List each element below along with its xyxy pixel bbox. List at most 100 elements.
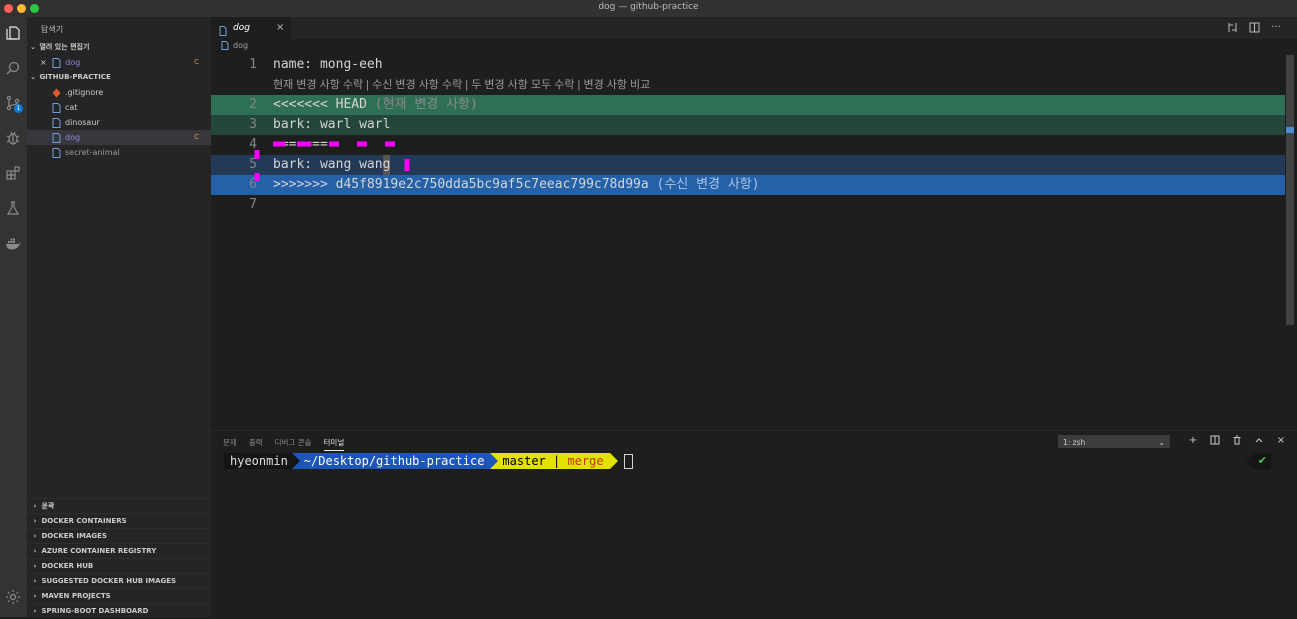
tab-output[interactable]: 출력: [249, 437, 263, 451]
powerline-arrow: [609, 453, 618, 469]
line-text: name: mong-eeh: [273, 57, 383, 72]
line-number: 7: [249, 197, 257, 212]
code-line: 5 bark: wang wang: [211, 155, 1285, 175]
tab-terminal[interactable]: 터미널: [323, 437, 345, 451]
file-icon: [52, 117, 61, 128]
line-text: bark: warl warl: [273, 117, 391, 132]
merge-actions-codelens[interactable]: 현재 변경 사항 수락 | 수신 변경 사항 수락 | 두 변경 사항 모두 수…: [273, 75, 650, 95]
extensions-icon[interactable]: [3, 163, 23, 183]
line-number: 2: [249, 97, 257, 112]
file-name: secret-animal: [65, 148, 120, 157]
text-cursor: g: [382, 155, 391, 175]
line-number: 3: [249, 117, 257, 132]
chevron-down-icon: ⌄: [30, 73, 36, 81]
maximize-panel-icon[interactable]: [1253, 435, 1265, 448]
maven-projects-section[interactable]: › MAVEN PROJECTS: [27, 588, 211, 604]
conflict-incoming-header: 6 >>>>>>> d45f8919e2c750dda5bc9af5c7eeac…: [211, 175, 1285, 195]
prompt-user: hyeonmin: [224, 453, 292, 469]
code-line: 1 name: mong-eeh: [211, 55, 1285, 75]
azure-registry-section[interactable]: › AZURE CONTAINER REGISTRY: [27, 543, 211, 559]
split-terminal-icon[interactable]: [1209, 435, 1221, 448]
trash-icon[interactable]: [1231, 435, 1243, 448]
file-item-selected[interactable]: dog C: [27, 130, 211, 145]
line-note: (현재 변경 사항): [366, 97, 478, 112]
project-section[interactable]: ⌄ GITHUB-PRACTICE: [27, 70, 211, 85]
code-line: 3 bark: warl warl: [211, 115, 1285, 135]
section-label: SPRING-BOOT DASHBOARD: [41, 607, 149, 615]
breadcrumb-label: dog: [233, 41, 249, 50]
test-icon[interactable]: [3, 198, 23, 218]
sidebar-title: 탐색기: [41, 25, 64, 34]
prompt-path: ~/Desktop/github-practice: [299, 453, 491, 469]
chevron-right-icon: ›: [33, 517, 37, 525]
section-label: AZURE CONTAINER REGISTRY: [41, 547, 157, 555]
line-text: bark: wang wan: [273, 157, 383, 172]
docker-icon[interactable]: [3, 233, 23, 253]
file-icon: [52, 102, 61, 113]
file-name: .gitignore: [65, 88, 104, 97]
line-text: >>>>>>> d45f8919e2c750dda5bc9af5c7eeac79…: [273, 177, 649, 192]
merge-codelens: 현재 변경 사항 수락 | 수신 변경 사항 수락 | 두 변경 사항 모두 수…: [211, 75, 1285, 95]
gear-icon[interactable]: [3, 587, 23, 607]
file-item[interactable]: dinosaur: [27, 115, 211, 130]
check-icon: ✔: [1253, 453, 1271, 469]
suggested-images-section[interactable]: › SUGGESTED DOCKER HUB IMAGES: [27, 573, 211, 589]
code-line: 7: [211, 195, 1285, 215]
prompt-branch: master: [502, 454, 546, 468]
tab-label: dog: [233, 23, 250, 33]
outline-section[interactable]: › 윤곽: [27, 498, 211, 514]
tab-dog[interactable]: dog ×: [211, 17, 291, 39]
file-icon: [52, 132, 61, 143]
line-note: (수신 변경 사항): [648, 177, 760, 192]
editor-area: dog × ··· dog 1 name: mong-eeh 현재 변경 사항 …: [211, 17, 1297, 430]
docker-images-section[interactable]: › DOCKER IMAGES: [27, 528, 211, 544]
split-editor-icon[interactable]: [1248, 21, 1260, 33]
breadcrumb[interactable]: dog: [221, 41, 248, 50]
debug-icon[interactable]: [3, 128, 23, 148]
file-item[interactable]: .gitignore: [27, 85, 211, 100]
prompt-separator: |: [553, 454, 561, 468]
powerline-arrow: [291, 453, 300, 469]
file-icon: [221, 41, 229, 50]
section-label: 윤곽: [41, 502, 55, 510]
source-control-icon[interactable]: 1: [3, 93, 23, 113]
files-icon[interactable]: [3, 23, 23, 43]
file-item[interactable]: secret-animal: [27, 145, 211, 160]
section-label: DOCKER CONTAINERS: [41, 517, 127, 525]
prompt-status: ✔: [1245, 453, 1271, 469]
editor-scrollbar[interactable]: [1286, 55, 1294, 325]
conflict-status: C: [194, 58, 199, 66]
terminal-prompt[interactable]: hyeonmin ~/Desktop/github-practice maste…: [224, 453, 633, 469]
open-editor-dog[interactable]: × dog C: [27, 55, 211, 70]
activity-bar: 1: [0, 17, 27, 617]
chevron-right-icon: ›: [33, 547, 37, 555]
chevron-right-icon: ›: [33, 562, 37, 570]
powerline-arrow: [1245, 453, 1254, 469]
terminal-select[interactable]: 1: zsh ⌄: [1058, 435, 1170, 448]
search-icon[interactable]: [3, 58, 23, 78]
prompt-git: master | merge: [498, 453, 610, 469]
open-editor-name: dog: [65, 58, 81, 67]
docker-containers-section[interactable]: › DOCKER CONTAINERS: [27, 513, 211, 529]
file-item[interactable]: cat: [27, 100, 211, 115]
file-icon: [52, 57, 61, 68]
terminal-cursor: [623, 454, 633, 469]
source-control-badge: 1: [14, 104, 23, 113]
more-actions-icon[interactable]: ···: [1270, 21, 1282, 33]
section-label: DOCKER IMAGES: [41, 532, 107, 540]
chevron-down-icon: ⌄: [1158, 438, 1165, 447]
line-text: <<<<<<< HEAD: [273, 97, 367, 112]
tab-debug-console[interactable]: 디버그 콘솔: [275, 437, 312, 451]
panel-tabs: 문제 출력 디버그 콘솔 터미널: [223, 437, 345, 451]
open-editors-section[interactable]: ⌄ 열려 있는 편집기: [27, 40, 211, 55]
file-name: dog: [65, 133, 81, 142]
open-changes-icon[interactable]: [1226, 21, 1238, 33]
new-terminal-icon[interactable]: +: [1187, 435, 1199, 448]
close-editor-icon[interactable]: ×: [40, 58, 47, 67]
close-panel-icon[interactable]: ×: [1275, 435, 1287, 448]
prompt-merge-state: merge: [567, 454, 604, 468]
tab-problems[interactable]: 문제: [223, 437, 237, 451]
tab-close-icon[interactable]: ×: [276, 17, 284, 39]
docker-hub-section[interactable]: › DOCKER HUB: [27, 558, 211, 574]
title-bar: dog — github-practice: [0, 0, 1297, 18]
